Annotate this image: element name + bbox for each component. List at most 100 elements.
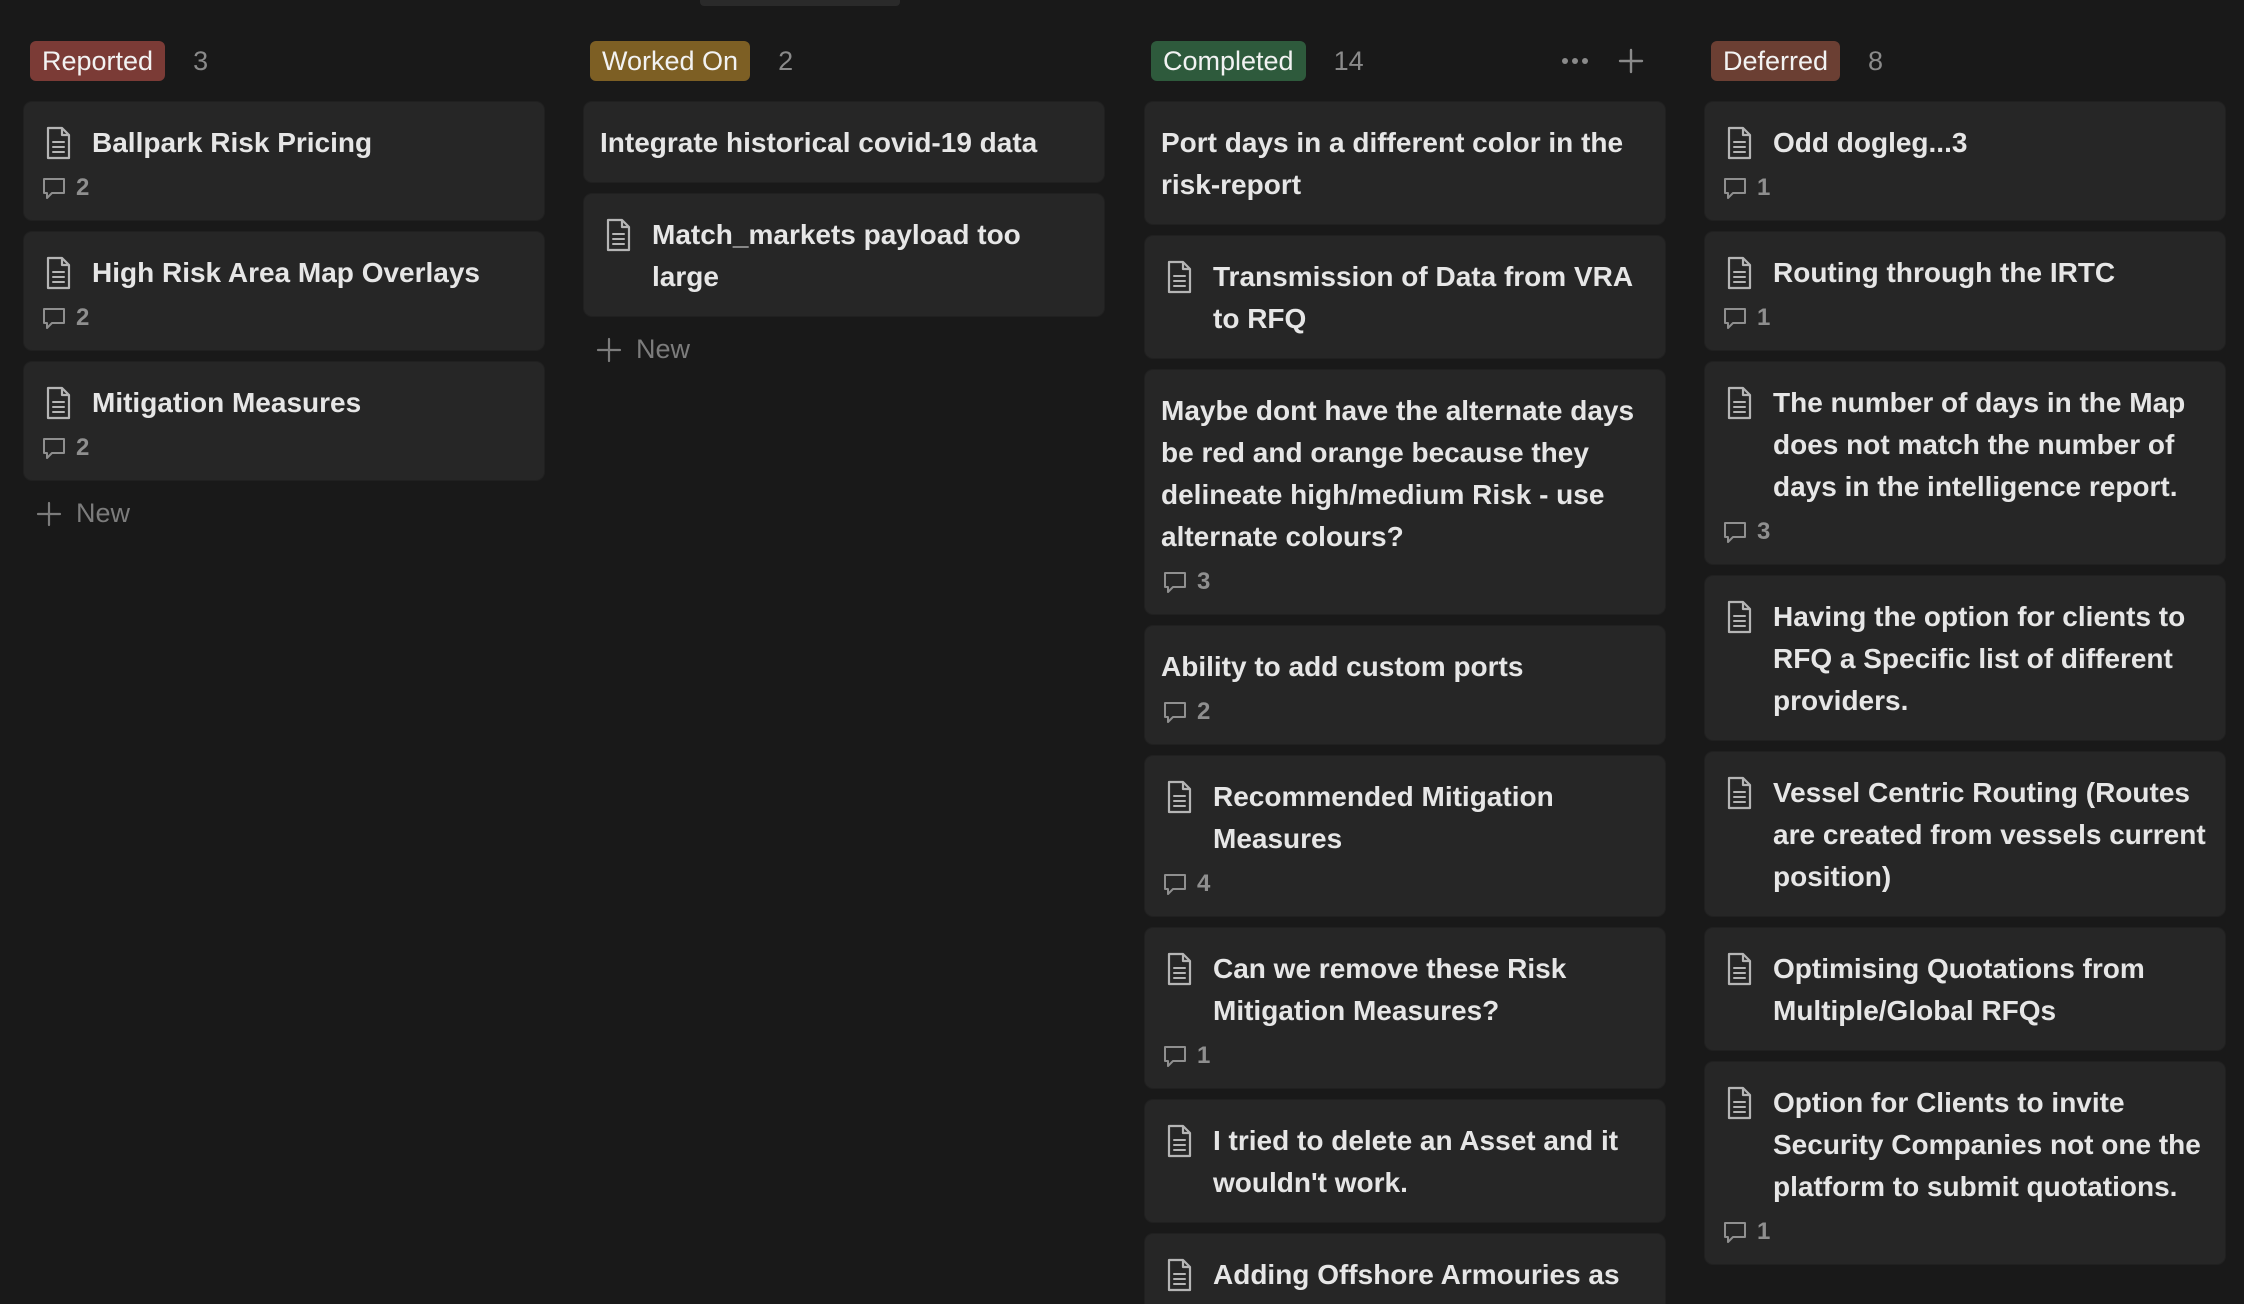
board-card[interactable]: Routing through the IRTC 1: [1705, 232, 2225, 350]
page-icon: [1161, 1257, 1197, 1293]
card-title: Vessel Centric Routing (Routes are creat…: [1773, 777, 2206, 892]
new-card-button[interactable]: New: [596, 334, 1104, 365]
comment-icon: [1721, 1218, 1749, 1246]
card-count: 8: [1868, 45, 1884, 76]
status-tag[interactable]: Worked On: [590, 41, 751, 81]
card-title-row: Port days in a different color in the ri…: [1161, 122, 1649, 206]
card-title-row: Integrate historical covid-19 data: [600, 122, 1088, 164]
plus-icon[interactable]: [1617, 47, 1645, 75]
comment-icon: [1721, 304, 1749, 332]
board-card[interactable]: Recommended Mitigation Measures 4: [1145, 756, 1665, 916]
comment-icon: [1721, 174, 1749, 202]
comment-icon: [1161, 1042, 1189, 1070]
board-card[interactable]: Adding Offshore Armouries as: [1145, 1234, 1665, 1304]
comment-count-value: 4: [1197, 870, 1211, 897]
board-card[interactable]: Match_markets payload too large: [584, 194, 1104, 316]
card-title-row: I tried to delete an Asset and it wouldn…: [1161, 1120, 1649, 1204]
card-title: Optimising Quotations from Multiple/Glob…: [1773, 953, 2145, 1026]
page-icon: [1161, 779, 1197, 815]
card-title: Integrate historical covid-19 data: [600, 127, 1038, 158]
comment-count: 2: [1161, 698, 1649, 726]
board-card[interactable]: Optimising Quotations from Multiple/Glob…: [1705, 928, 2225, 1050]
card-title-row: Routing through the IRTC: [1721, 252, 2209, 294]
status-tag[interactable]: Reported: [30, 41, 166, 81]
card-title-row: Having the option for clients to RFQ a S…: [1721, 596, 2209, 722]
status-tag[interactable]: Completed: [1151, 41, 1306, 81]
comment-icon: [1161, 698, 1189, 726]
card-title-row: Option for Clients to invite Security Co…: [1721, 1082, 2209, 1208]
board-card[interactable]: The number of days in the Map does not m…: [1705, 362, 2225, 564]
card-title: Transmission of Data from VRA to RFQ: [1213, 261, 1633, 334]
more-horizontal-icon[interactable]: [1559, 45, 1591, 77]
board-card[interactable]: I tried to delete an Asset and it wouldn…: [1145, 1100, 1665, 1222]
comment-count-value: 2: [76, 434, 90, 461]
comment-icon: [40, 174, 68, 202]
card-title: Mitigation Measures: [92, 387, 362, 418]
comment-count-value: 3: [1757, 518, 1771, 545]
card-count: 2: [778, 45, 794, 76]
comment-count: 1: [1161, 1042, 1649, 1070]
page-icon: [1161, 1123, 1197, 1159]
comment-count: 2: [40, 434, 528, 462]
page-icon: [1161, 951, 1197, 987]
card-title: Recommended Mitigation Measures: [1213, 781, 1554, 854]
card-title-row: Adding Offshore Armouries as: [1161, 1254, 1649, 1296]
board-card[interactable]: Having the option for clients to RFQ a S…: [1705, 576, 2225, 740]
card-title-row: Ballpark Risk Pricing: [40, 122, 528, 164]
board-card[interactable]: Transmission of Data from VRA to RFQ: [1145, 236, 1665, 358]
board-card[interactable]: Option for Clients to invite Security Co…: [1705, 1062, 2225, 1264]
plus-icon: [596, 337, 622, 363]
comment-count-value: 1: [1757, 174, 1771, 201]
card-list: Integrate historical covid-19 data Match_…: [584, 102, 1104, 365]
card-title-row: Transmission of Data from VRA to RFQ: [1161, 256, 1649, 340]
board-card[interactable]: Vessel Centric Routing (Routes are creat…: [1705, 752, 2225, 916]
comment-count: 2: [40, 174, 528, 202]
card-title-row: Vessel Centric Routing (Routes are creat…: [1721, 772, 2209, 898]
comment-count-value: 2: [1197, 698, 1211, 725]
card-title: Can we remove these Risk Mitigation Meas…: [1213, 953, 1567, 1026]
card-title-row: Recommended Mitigation Measures: [1161, 776, 1649, 860]
comment-count-value: 3: [1197, 568, 1211, 595]
card-title-row: Ability to add custom ports: [1161, 646, 1649, 688]
plus-icon: [36, 501, 62, 527]
comment-count: 4: [1161, 870, 1649, 898]
comment-count-value: 2: [76, 174, 90, 201]
card-list: Ballpark Risk Pricing 2 High Risk Area Map…: [24, 102, 544, 529]
page-icon: [40, 385, 76, 421]
board-card[interactable]: Odd dogleg...3 1: [1705, 102, 2225, 220]
new-card-button[interactable]: New: [36, 498, 544, 529]
page-icon: [1721, 385, 1757, 421]
kanban-board: Reported 3 Ballpark Risk Pricing 2 High Ri…: [0, 0, 2244, 1304]
card-list: Odd dogleg...3 1 Routing through the IRTC 1…: [1705, 102, 2225, 1276]
comment-icon: [40, 434, 68, 462]
comment-count: 1: [1721, 1218, 2209, 1246]
card-title-row: Maybe dont have the alternate days be re…: [1161, 390, 1649, 558]
comment-icon: [1161, 568, 1189, 596]
page-icon: [1721, 1085, 1757, 1121]
board-card[interactable]: Port days in a different color in the ri…: [1145, 102, 1665, 224]
board-card[interactable]: Ability to add custom ports 2: [1145, 626, 1665, 744]
column-actions: [1559, 40, 1645, 82]
card-title-row: Odd dogleg...3: [1721, 122, 2209, 164]
column-header: Reported 3: [30, 40, 544, 82]
card-title: The number of days in the Map does not m…: [1773, 387, 2186, 502]
comment-icon: [40, 304, 68, 332]
board-card[interactable]: Maybe dont have the alternate days be re…: [1145, 370, 1665, 614]
new-card-label: New: [76, 498, 131, 528]
card-title-row: Mitigation Measures: [40, 382, 528, 424]
board-card[interactable]: Integrate historical covid-19 data: [584, 102, 1104, 182]
card-title-row: Match_markets payload too large: [600, 214, 1088, 298]
status-tag[interactable]: Deferred: [1711, 41, 1841, 81]
board-card[interactable]: Ballpark Risk Pricing 2: [24, 102, 544, 220]
card-title: High Risk Area Map Overlays: [92, 257, 481, 288]
board-card[interactable]: Mitigation Measures 2: [24, 362, 544, 480]
column-header: Completed 14: [1151, 40, 1665, 82]
board-card[interactable]: High Risk Area Map Overlays 2: [24, 232, 544, 350]
page-icon: [1721, 125, 1757, 161]
card-title: Maybe dont have the alternate days be re…: [1161, 395, 1635, 552]
column-header: Deferred 8: [1711, 40, 2225, 82]
new-card-label: New: [636, 334, 691, 364]
board-card[interactable]: Can we remove these Risk Mitigation Meas…: [1145, 928, 1665, 1088]
page-icon: [1721, 775, 1757, 811]
card-title: Adding Offshore Armouries as: [1213, 1259, 1620, 1290]
